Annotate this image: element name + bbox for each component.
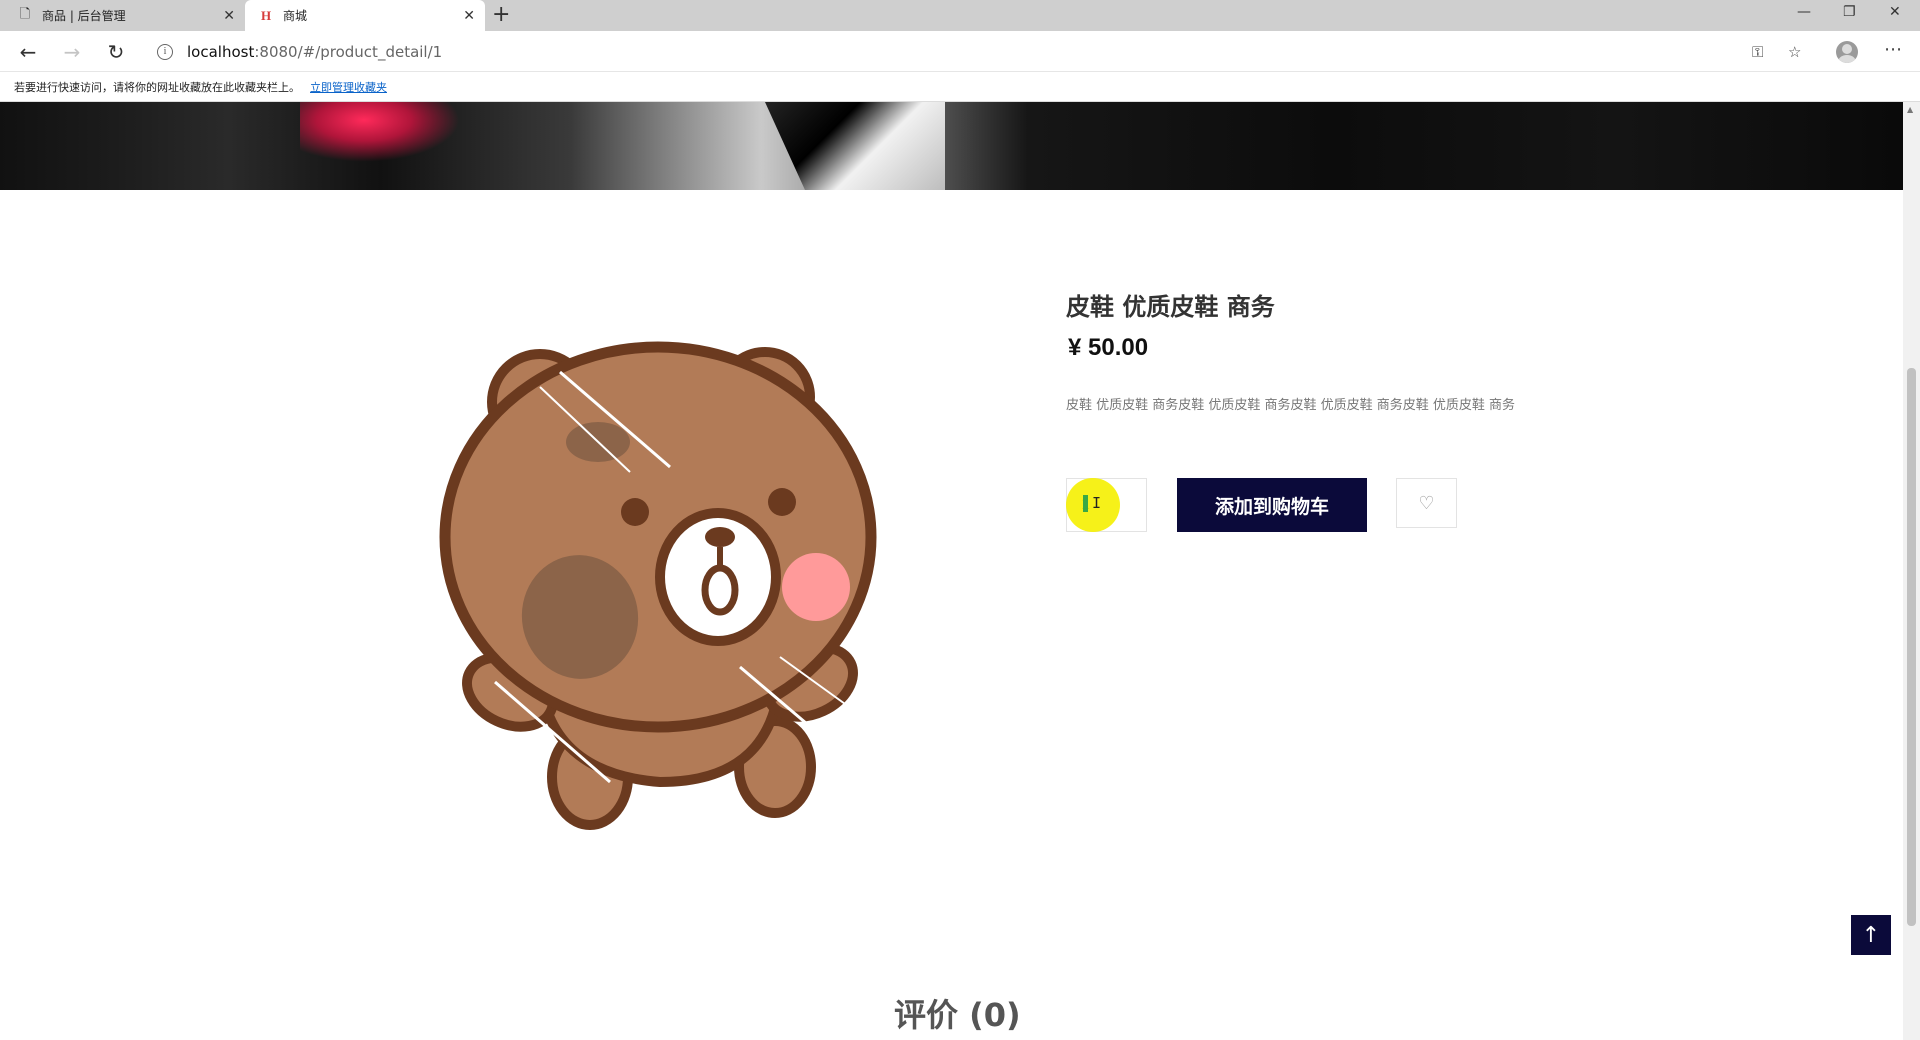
banner-shoe-image: [765, 102, 945, 190]
window-close-button[interactable]: ✕: [1889, 4, 1901, 20]
product-price: ¥ 50.00: [1068, 334, 1149, 361]
manage-favorites-link[interactable]: 立即管理收藏夹: [310, 79, 387, 95]
favorites-bar: 若要进行快速访问，请将你的网址收藏放在此收藏夹栏上。 立即管理收藏夹: [0, 72, 1920, 102]
back-to-top-button[interactable]: ↑: [1851, 915, 1891, 955]
restore-button[interactable]: ❐: [1843, 4, 1856, 20]
heart-icon: ♡: [1418, 492, 1435, 514]
url-path: :8080/#/product_detail/1: [254, 42, 443, 61]
reviews-title: 评价 (0): [894, 996, 1021, 1034]
tab-shop-title: 商城: [283, 9, 308, 23]
tab-admin-title: 商品 | 后台管理: [42, 9, 126, 23]
close-icon[interactable]: ✕: [463, 8, 475, 24]
favorites-star-icon[interactable]: ☆: [1788, 43, 1801, 61]
minimize-button[interactable]: —: [1797, 4, 1811, 20]
address-bar[interactable]: i localhost:8080/#/product_detail/1: [148, 37, 1798, 66]
new-tab-button[interactable]: +: [492, 4, 510, 26]
product-title: 皮鞋 优质皮鞋 商务: [1066, 293, 1275, 321]
refresh-icon[interactable]: ↻: [102, 38, 130, 66]
page-scrollbar[interactable]: ▲: [1903, 102, 1920, 1040]
add-to-cart-button[interactable]: 添加到购物车: [1177, 478, 1367, 532]
page-viewport: 皮鞋 优质皮鞋 商务 ¥ 50.00 皮鞋 优质皮鞋 商务皮鞋 优质皮鞋 商务皮…: [0, 102, 1903, 1040]
site-h-icon: H: [260, 7, 272, 23]
forward-arrow-icon[interactable]: →: [58, 38, 86, 66]
scroll-up-icon[interactable]: ▲: [1907, 105, 1913, 114]
close-icon[interactable]: ✕: [223, 8, 235, 24]
product-image: [439, 341, 877, 830]
favorites-prompt: 若要进行快速访问，请将你的网址收藏放在此收藏夹栏上。: [14, 80, 300, 94]
banner-red-accent: [300, 102, 460, 162]
document-icon: 🗋: [19, 6, 31, 22]
scrollbar-thumb[interactable]: [1907, 368, 1916, 926]
info-icon[interactable]: i: [157, 43, 173, 60]
quantity-input[interactable]: [1066, 478, 1147, 532]
profile-avatar[interactable]: [1836, 41, 1858, 63]
tab-shop[interactable]: H 商城 ✕: [245, 0, 485, 31]
wishlist-button[interactable]: ♡: [1396, 478, 1457, 528]
more-menu-icon[interactable]: ⋯: [1884, 39, 1902, 60]
hero-banner-image: [0, 102, 1903, 190]
key-icon[interactable]: ⚿: [1752, 43, 1763, 61]
url-host: localhost: [187, 42, 255, 61]
browser-navbar: ← → ↻ i localhost:8080/#/product_detail/…: [0, 31, 1920, 72]
arrow-up-icon: ↑: [1861, 922, 1881, 948]
browser-tabstrip: 🗋 商品 | 后台管理 ✕ H 商城 ✕ + — ❐ ✕: [0, 0, 1920, 31]
tab-admin[interactable]: 🗋 商品 | 后台管理 ✕: [0, 0, 245, 31]
product-description: 皮鞋 优质皮鞋 商务皮鞋 优质皮鞋 商务皮鞋 优质皮鞋 商务皮鞋 优质皮鞋 商务: [1066, 398, 1516, 413]
back-arrow-icon[interactable]: ←: [14, 38, 42, 66]
